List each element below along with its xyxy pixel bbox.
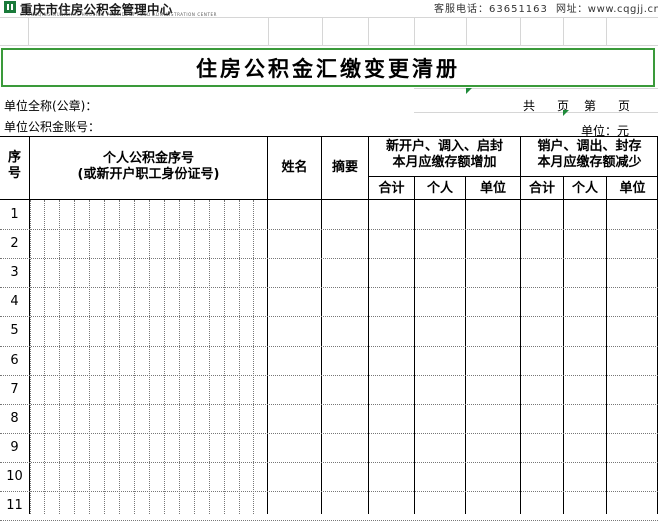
decrease-header: 销户、调出、封存 本月应缴存额减少 — [537, 139, 642, 170]
col-name-header: 姓名 — [281, 160, 308, 175]
digit-divider — [224, 200, 225, 514]
digit-divider — [194, 200, 195, 514]
grid-line — [520, 17, 521, 45]
grid-line — [606, 17, 607, 45]
grid-line — [0, 45, 658, 46]
column-border — [321, 136, 322, 514]
grid-line — [563, 17, 564, 45]
column-border — [414, 176, 415, 514]
title-box: 住房公积金汇缴变更清册 — [1, 48, 655, 87]
digit-divider — [104, 200, 105, 514]
digit-divider — [59, 200, 60, 514]
grid-line — [414, 17, 415, 45]
unit-name-label: 单位全称(公章)： — [4, 99, 98, 113]
grid-line — [368, 17, 369, 45]
increase-total-header: 合计 — [378, 181, 405, 196]
col-account-header: 个人公积金序号 (或新开户职工身份证号) — [77, 151, 220, 182]
row-number: 9 — [10, 440, 19, 455]
logo-icon — [4, 1, 16, 13]
row-number: 4 — [10, 294, 19, 309]
digit-divider — [44, 200, 45, 514]
nth-label: 第 — [584, 99, 597, 113]
col-summary-header: 摘要 — [331, 160, 358, 175]
col-seq-header: 序号 — [7, 150, 21, 181]
increase-unit-header: 单位 — [479, 181, 506, 196]
row-number: 10 — [6, 469, 23, 484]
website: 网址：www.cqgjj.cn — [556, 4, 658, 15]
grid-line — [322, 17, 323, 45]
row-divider — [0, 433, 658, 434]
grid-line — [414, 88, 658, 89]
row-divider — [0, 491, 658, 492]
row-number: 1 — [10, 207, 19, 222]
page-title: 住房公积金汇缴变更清册 — [196, 56, 460, 81]
digit-divider — [89, 200, 90, 514]
row-divider — [0, 229, 658, 230]
row-number: 11 — [6, 498, 23, 513]
page-label-2: 页 — [618, 99, 631, 113]
digit-divider — [119, 200, 120, 514]
row-divider — [0, 375, 658, 376]
row-number: 3 — [10, 265, 19, 280]
row-number: 5 — [10, 323, 19, 338]
row-number: 7 — [10, 382, 19, 397]
comment-marker — [563, 110, 569, 116]
digit-divider — [209, 200, 210, 514]
comment-marker — [466, 88, 472, 94]
digit-divider — [179, 200, 180, 514]
row-divider — [0, 287, 658, 288]
digit-divider — [30, 200, 31, 514]
grid-line — [268, 17, 269, 45]
increase-personal-header: 个人 — [426, 181, 453, 196]
row-divider — [0, 462, 658, 463]
grid-line — [466, 17, 467, 45]
row-divider — [0, 346, 658, 347]
row-number: 6 — [10, 353, 19, 368]
row-divider — [0, 316, 658, 317]
digit-divider — [164, 200, 165, 514]
digit-divider — [239, 200, 240, 514]
digit-divider — [149, 200, 150, 514]
increase-header: 新开户、调入、启封 本月应缴存额增加 — [385, 139, 503, 170]
unit-account-label: 单位公积金账号： — [4, 120, 101, 134]
header-bottom-border — [0, 199, 658, 200]
digit-divider — [134, 200, 135, 514]
digit-divider — [74, 200, 75, 514]
column-border — [267, 136, 268, 514]
digit-divider — [253, 200, 254, 514]
hotline: 客服电话：63651163 — [434, 4, 548, 15]
total-label: 共 — [523, 99, 536, 113]
decrease-unit-header: 单位 — [619, 181, 646, 196]
row-number: 2 — [10, 236, 19, 251]
row-divider — [0, 258, 658, 259]
table-top-border — [0, 136, 658, 137]
subheader-border — [369, 176, 658, 177]
grid-line — [28, 17, 29, 45]
row-number: 8 — [10, 411, 19, 426]
column-border — [563, 176, 564, 514]
column-border — [465, 176, 466, 514]
row-divider — [0, 404, 658, 405]
decrease-personal-header: 个人 — [571, 181, 598, 196]
grid-line — [0, 17, 658, 18]
column-border — [606, 176, 607, 514]
decrease-total-header: 合计 — [528, 181, 555, 196]
